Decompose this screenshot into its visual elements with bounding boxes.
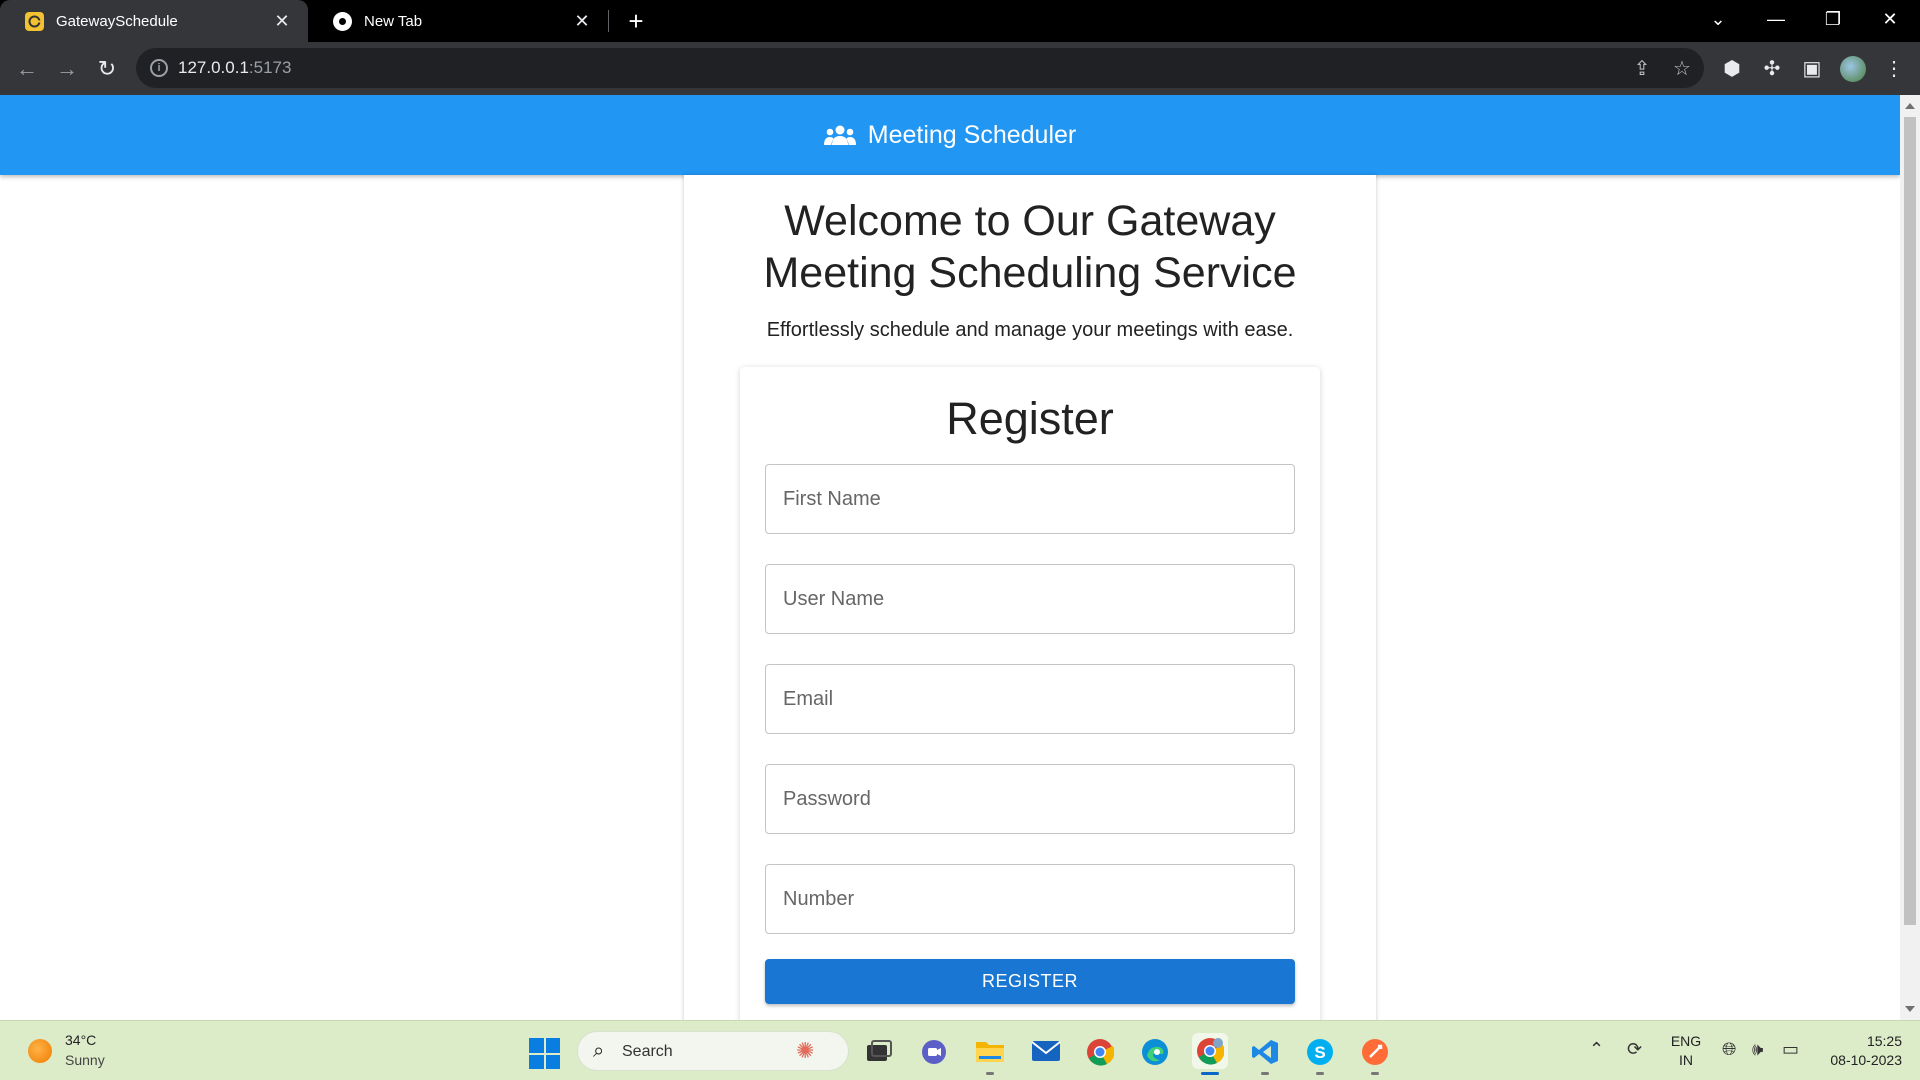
user-name-input[interactable]	[765, 564, 1295, 634]
running-indicator	[1261, 1072, 1269, 1075]
extension-cube-icon[interactable]: ⬢	[1718, 55, 1746, 83]
search-icon: ⌕	[593, 1040, 605, 1062]
tab-close-icon[interactable]: ✕	[568, 11, 596, 32]
app-header: Meeting Scheduler	[0, 95, 1900, 175]
vscode-icon[interactable]	[1251, 1038, 1279, 1066]
email-input[interactable]	[765, 664, 1295, 734]
windows-taskbar: 34°C Sunny ⌕ Search ✺ S ⌃ ⟳ ENG IN 🌐︎ 🕪︎…	[0, 1020, 1920, 1080]
extensions-puzzle-icon[interactable]: ✣	[1758, 55, 1786, 83]
edge-icon[interactable]	[1141, 1038, 1169, 1066]
running-indicator	[1371, 1072, 1379, 1075]
group-icon	[823, 125, 856, 145]
language-indicator[interactable]: ENG	[1666, 1033, 1706, 1049]
register-card: Register REGISTER	[740, 367, 1320, 1020]
scroll-up-icon[interactable]	[1905, 103, 1915, 109]
skype-icon[interactable]: S	[1306, 1038, 1334, 1066]
page-scrollbar[interactable]	[1900, 95, 1920, 1020]
first-name-input[interactable]	[765, 464, 1295, 534]
gateway-favicon-icon	[25, 11, 44, 31]
svg-text:S: S	[1314, 1043, 1325, 1062]
sync-icon[interactable]: ⟳	[1627, 1039, 1642, 1060]
taskbar-search-box[interactable]: ⌕ Search ✺	[577, 1031, 849, 1071]
postman-icon[interactable]	[1361, 1038, 1389, 1066]
address-bar[interactable]: i 127.0.0.1:5173 ⇪ ☆	[136, 48, 1704, 88]
taskbar-search-label: Search	[622, 1043, 673, 1060]
search-highlight-icon: ✺	[796, 1038, 815, 1063]
new-tab-button[interactable]: +	[620, 4, 652, 38]
page-viewport: Meeting Scheduler Welcome to Our Gateway…	[0, 95, 1900, 1020]
weather-temperature[interactable]: 34°C	[65, 1032, 96, 1048]
browser-tab-strip: GatewaySchedule ✕ New Tab ✕ + ⌄ — ❐ ✕	[0, 0, 1920, 42]
back-arrow-icon[interactable]: ←	[10, 52, 44, 86]
file-explorer-icon[interactable]	[975, 1038, 1005, 1064]
tab-title: New Tab	[364, 12, 423, 30]
tab-search-chevron-icon[interactable]: ⌄	[1690, 0, 1746, 42]
running-indicator	[986, 1072, 994, 1075]
reload-icon[interactable]: ↻	[90, 52, 124, 86]
battery-icon[interactable]: ▭	[1782, 1039, 1799, 1060]
windows-start-icon[interactable]	[529, 1038, 560, 1069]
network-globe-icon[interactable]: 🌐︎	[1722, 1039, 1736, 1060]
task-view-icon[interactable]	[865, 1039, 893, 1065]
profile-avatar[interactable]	[1840, 56, 1866, 82]
scrollbar-thumb[interactable]	[1904, 117, 1916, 925]
register-title: Register	[946, 393, 1114, 444]
volume-icon[interactable]: 🕪︎	[1752, 1039, 1763, 1060]
sun-weather-icon[interactable]	[28, 1039, 52, 1063]
address-url: 127.0.0.1:5173	[178, 58, 292, 77]
chevron-up-icon[interactable]: ⌃	[1589, 1039, 1604, 1060]
tagline: Effortlessly schedule and manage your me…	[766, 319, 1294, 341]
app-title: Meeting Scheduler	[867, 120, 1077, 149]
register-button[interactable]: REGISTER	[765, 959, 1295, 1004]
teams-chat-icon[interactable]	[920, 1038, 948, 1066]
menu-kebab-icon[interactable]: ⋮	[1880, 55, 1908, 83]
chrome-favicon-icon	[333, 11, 352, 31]
bookmark-star-icon[interactable]: ☆	[1670, 57, 1694, 81]
tab-title: GatewaySchedule	[56, 12, 178, 30]
tab-separator	[608, 10, 609, 32]
password-input[interactable]	[765, 764, 1295, 834]
tab-gatewayschedule[interactable]: GatewaySchedule ✕	[0, 0, 308, 42]
tab-close-icon[interactable]: ✕	[268, 11, 296, 32]
scroll-down-icon[interactable]	[1905, 1006, 1915, 1012]
minimize-button[interactable]: —	[1748, 0, 1804, 42]
welcome-heading: Welcome to Our Gateway Meeting Schedulin…	[763, 197, 1297, 297]
main-container: Welcome to Our Gateway Meeting Schedulin…	[684, 175, 1376, 1020]
chrome-profile-active-app[interactable]	[1192, 1033, 1228, 1069]
tab-new-tab[interactable]: New Tab ✕	[308, 0, 608, 42]
site-info-icon[interactable]: i	[150, 59, 168, 77]
number-input[interactable]	[765, 864, 1295, 934]
running-indicator	[1316, 1072, 1324, 1075]
active-indicator	[1201, 1072, 1219, 1075]
region-indicator[interactable]: IN	[1666, 1052, 1706, 1068]
forward-arrow-icon[interactable]: →	[50, 52, 84, 86]
weather-description[interactable]: Sunny	[65, 1052, 105, 1068]
chrome-icon[interactable]	[1086, 1038, 1114, 1066]
close-window-button[interactable]: ✕	[1862, 0, 1918, 42]
clock-time[interactable]: 15:25	[1818, 1033, 1902, 1049]
side-panel-icon[interactable]: ▣	[1798, 55, 1826, 83]
chrome-profile-icon	[1197, 1038, 1224, 1065]
clock-date[interactable]: 08-10-2023	[1808, 1052, 1902, 1068]
restore-button[interactable]: ❐	[1805, 0, 1861, 42]
browser-toolbar: ← → ↻ i 127.0.0.1:5173 ⇪ ☆ ⬢ ✣ ▣ ⋮	[0, 42, 1920, 95]
share-icon[interactable]: ⇪	[1630, 57, 1654, 81]
mail-icon[interactable]	[1031, 1040, 1061, 1062]
